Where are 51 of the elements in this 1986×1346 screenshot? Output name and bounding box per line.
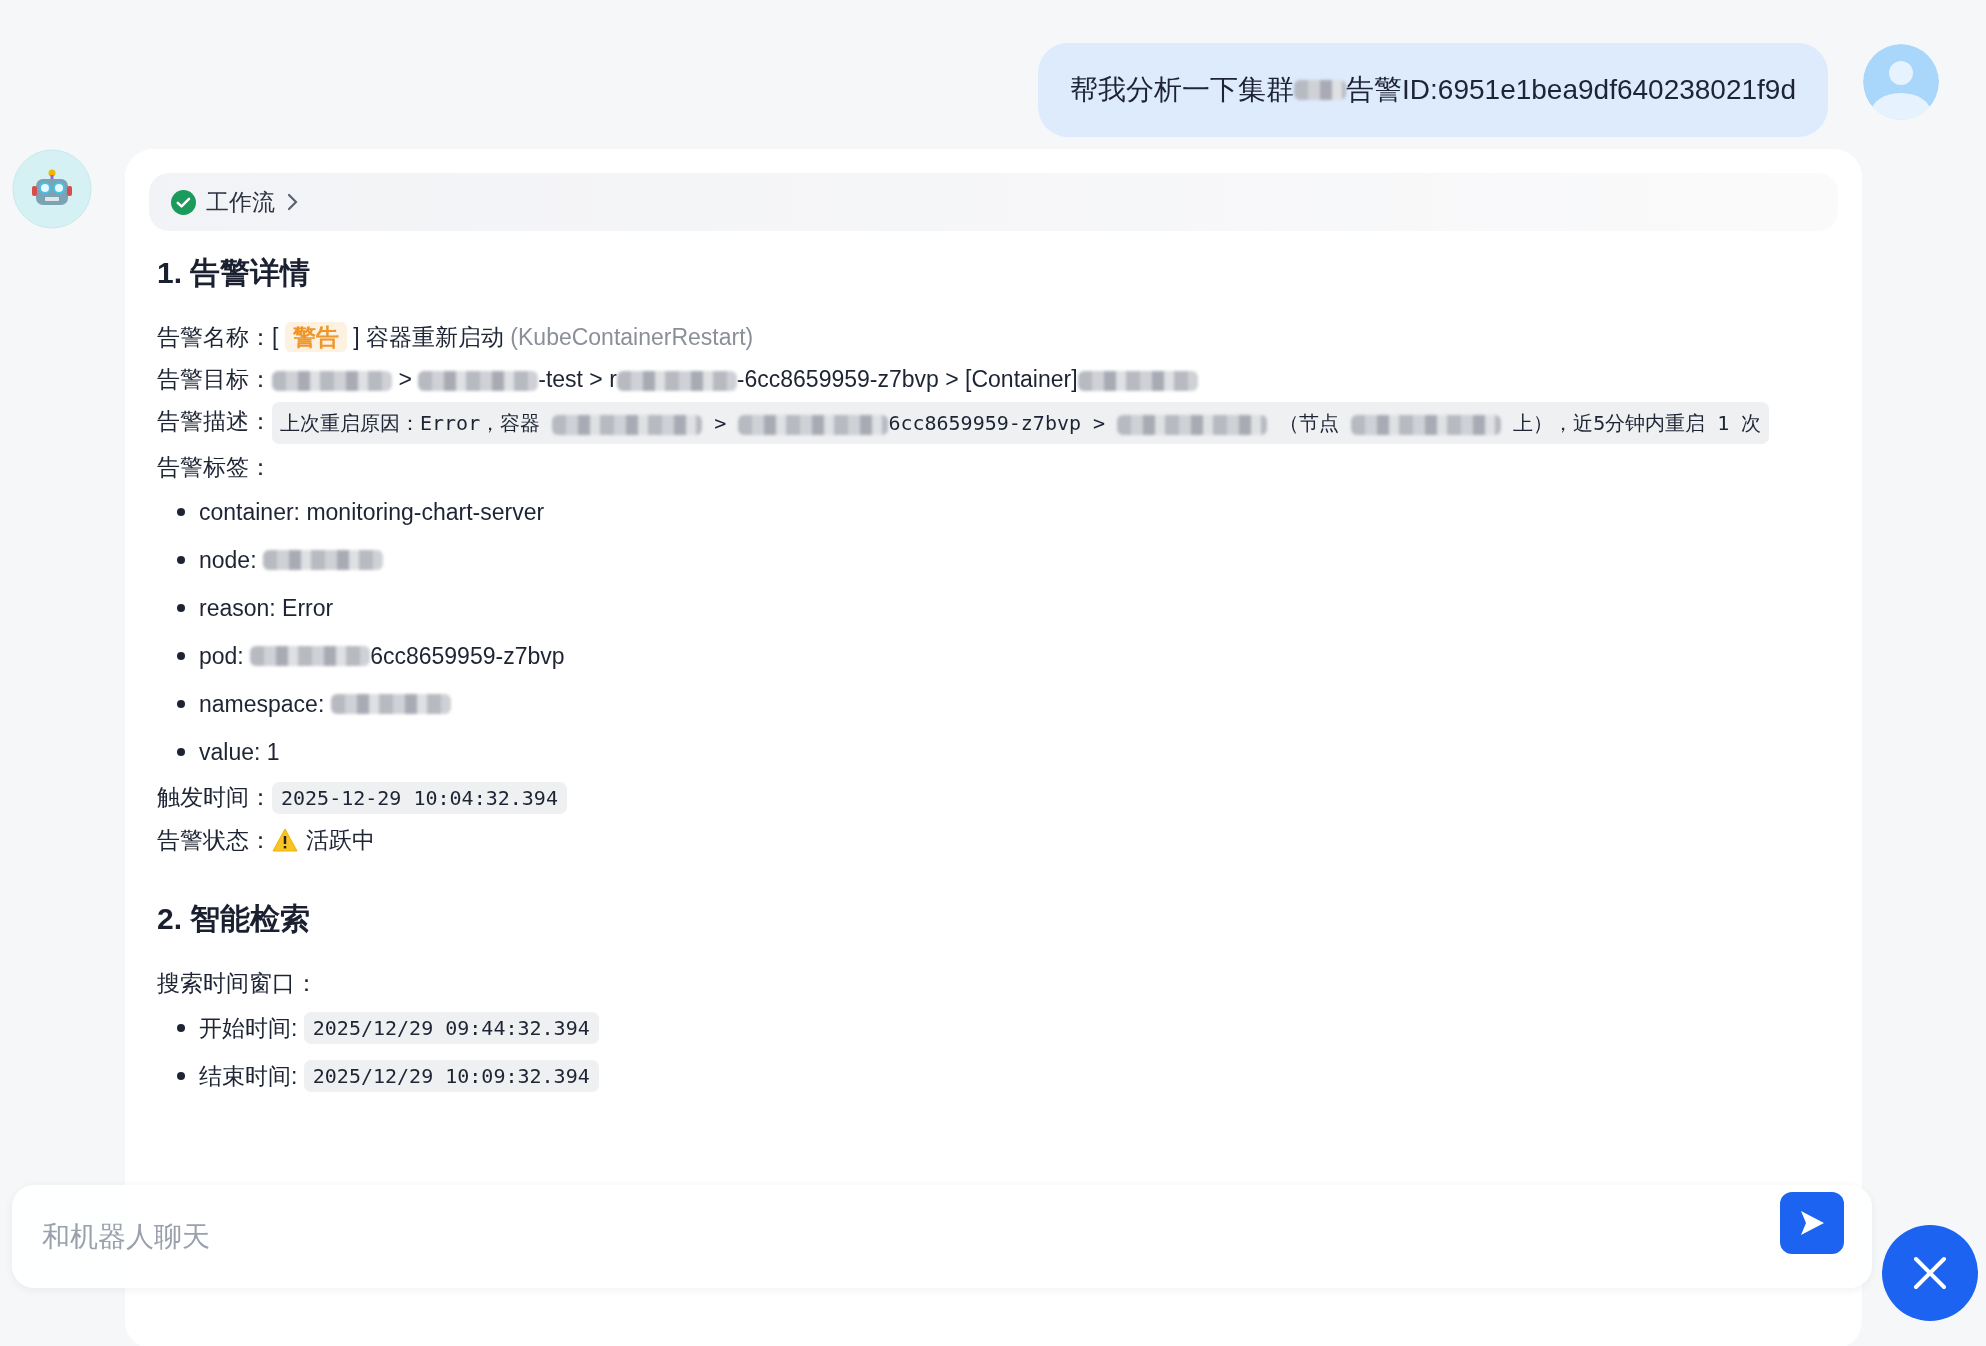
message-text: 帮我分析一下集群 — [1070, 73, 1295, 107]
code-value: 2025/12/29 10:09:32.394 — [303, 1060, 599, 1092]
bullet — [177, 1024, 185, 1032]
close-icon — [1912, 1255, 1948, 1291]
bullet — [177, 1072, 185, 1080]
chevron-right-icon — [285, 192, 299, 212]
text: node: — [199, 546, 258, 574]
description-code: 上次重启原因：Error，容器 > 6cc8659959-z7bvp > （节点 上），近5分钟内重启 1 次 — [272, 402, 1770, 444]
bullet — [177, 748, 185, 756]
caption: 告警标签： — [157, 453, 273, 482]
bullet — [177, 556, 185, 564]
text: ] 容器重新启动 — [352, 324, 505, 350]
status-text: 活跃中 — [306, 826, 375, 855]
text: pod: — [199, 642, 245, 670]
field-label: 告警状态： — [157, 826, 272, 855]
text: 开始时间: — [199, 1013, 299, 1043]
bullet — [177, 652, 185, 660]
text: [ — [272, 324, 280, 350]
section-heading: 1. 告警详情 — [157, 255, 312, 291]
alert-code: (KubeContainerRestart) — [510, 324, 754, 350]
bullet — [177, 508, 185, 516]
field-label: 告警名称： — [157, 323, 272, 352]
text: namespace: — [199, 690, 326, 718]
text: reason: Error — [199, 594, 334, 622]
text: 6cc8659959-z7bvp — [370, 642, 565, 670]
bullet — [177, 700, 185, 708]
severity-tag: 警告 — [284, 322, 347, 352]
text: value: 1 — [199, 738, 280, 766]
text: -6cc8659959-z7bvp > [Container] — [736, 366, 1078, 392]
robot-avatar-icon — [12, 149, 92, 229]
field-label: 告警描述： — [157, 407, 272, 436]
text: -test > r — [538, 366, 617, 392]
code-value: 2025/12/29 09:44:32.394 — [303, 1012, 599, 1044]
message-text: 告警ID:6951e1bea9df640238021f9d — [1346, 73, 1796, 107]
bullet — [177, 604, 185, 612]
text: container: monitoring-chart-server — [199, 498, 545, 526]
section-heading: 2. 智能检索 — [157, 901, 312, 937]
check-circle-icon — [171, 189, 196, 215]
user-avatar-icon — [1862, 43, 1940, 121]
workflow-label: 工作流 — [206, 187, 275, 217]
text: 结束时间: — [199, 1061, 299, 1091]
field-label: 告警目标： — [157, 365, 272, 394]
text: > — [397, 366, 413, 392]
caption: 搜索时间窗口： — [157, 969, 319, 998]
code-value: 2025-12-29 10:04:32.394 — [272, 782, 567, 814]
warning-icon — [272, 828, 298, 852]
send-button[interactable] — [1780, 1191, 1844, 1254]
chat-input-field[interactable]: 和机器人聊天 — [40, 1219, 1780, 1254]
field-label: 触发时间： — [157, 783, 272, 812]
redacted-block — [1294, 80, 1347, 100]
workflow-bar[interactable]: 工作流 — [149, 173, 1838, 231]
